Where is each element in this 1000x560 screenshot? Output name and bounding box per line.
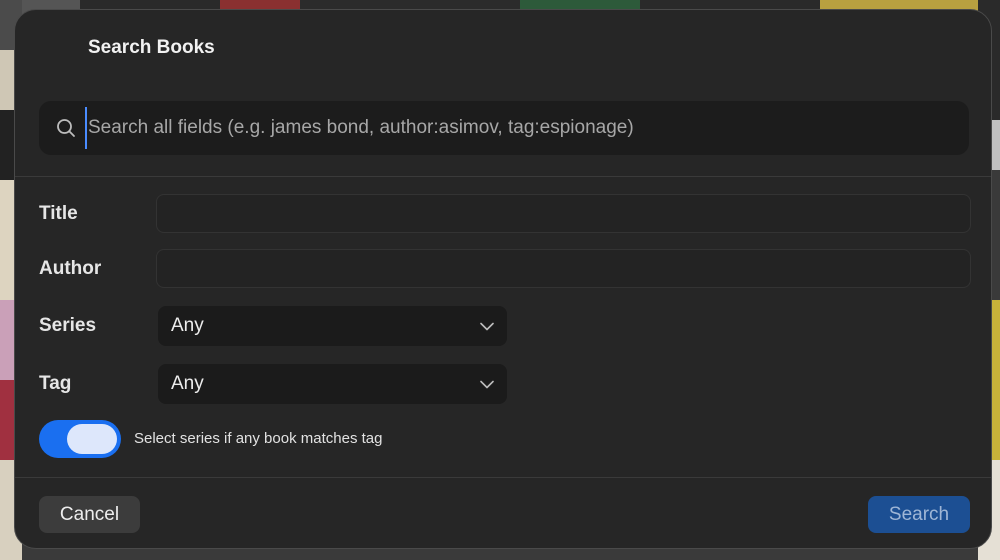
footer-divider — [15, 477, 991, 478]
author-label: Author — [39, 258, 102, 279]
chevron-down-icon — [480, 319, 494, 333]
toggle-knob — [67, 424, 117, 454]
cancel-button[interactable]: Cancel — [39, 496, 140, 533]
series-label: Series — [39, 315, 97, 336]
search-box[interactable] — [39, 101, 969, 155]
tag-label: Tag — [39, 373, 72, 394]
tag-select[interactable]: Any — [158, 364, 507, 404]
header-divider — [15, 176, 991, 177]
search-input[interactable] — [85, 107, 969, 149]
search-icon — [55, 117, 77, 139]
search-button[interactable]: Search — [868, 496, 970, 533]
series-select[interactable]: Any — [158, 306, 507, 346]
series-match-toggle[interactable] — [39, 420, 121, 458]
title-label: Title — [39, 203, 78, 224]
dialog-title: Search Books — [88, 37, 215, 58]
series-selected-value: Any — [171, 315, 204, 336]
chevron-down-icon — [480, 377, 494, 391]
title-field[interactable] — [156, 194, 971, 233]
search-books-dialog: Search Books Title Author Series Any Tag… — [14, 9, 992, 549]
tag-selected-value: Any — [171, 373, 204, 394]
author-field[interactable] — [156, 249, 971, 288]
series-match-toggle-label: Select series if any book matches tag — [134, 430, 383, 447]
